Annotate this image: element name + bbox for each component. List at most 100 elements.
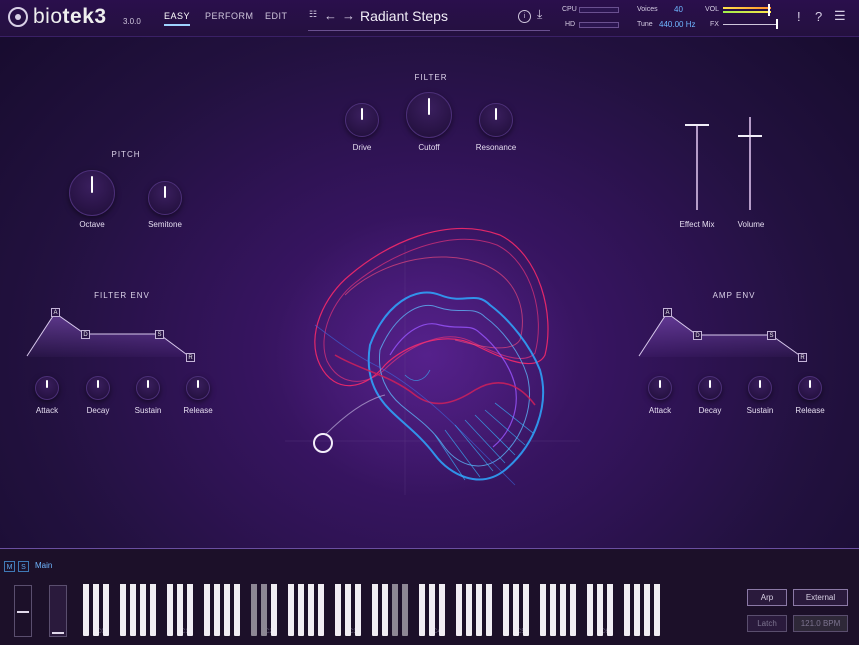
piano-key[interactable] — [382, 584, 388, 636]
piano-key[interactable] — [318, 584, 324, 636]
filter-env-attack-node[interactable]: A — [51, 308, 60, 317]
piano-key[interactable] — [224, 584, 230, 636]
piano-key[interactable] — [486, 584, 492, 636]
tab-easy[interactable]: EASY — [164, 11, 191, 26]
piano-key[interactable] — [624, 584, 630, 636]
volume-track[interactable] — [749, 117, 751, 210]
preset-name[interactable]: Radiant Steps — [360, 8, 448, 24]
piano-key[interactable] — [167, 584, 173, 636]
piano-key[interactable] — [298, 584, 304, 636]
resonance-knob[interactable] — [479, 103, 513, 137]
fx-slider-track[interactable] — [723, 24, 777, 25]
piano-key[interactable] — [392, 584, 398, 636]
drive-knob[interactable] — [345, 103, 379, 137]
logo-icon — [8, 7, 28, 27]
piano-key[interactable] — [597, 584, 603, 636]
piano-key[interactable] — [271, 584, 277, 636]
filter-attack-knob[interactable] — [35, 376, 59, 400]
piano-key[interactable] — [570, 584, 576, 636]
piano-keyboard[interactable]: C0 C1 C2 C3 C4 C5 C6 — [0, 549, 740, 645]
piano-key[interactable] — [251, 584, 257, 636]
piano-key[interactable] — [466, 584, 472, 636]
piano-key[interactable] — [204, 584, 210, 636]
piano-key[interactable] — [234, 584, 240, 636]
amp-attack-knob[interactable] — [648, 376, 672, 400]
amp-env-sustain-node[interactable]: S — [767, 331, 776, 340]
fx-slider-handle[interactable] — [776, 19, 778, 29]
voices-value[interactable]: 40 — [674, 5, 683, 14]
piano-key[interactable] — [355, 584, 361, 636]
piano-key[interactable] — [288, 584, 294, 636]
amp-release-knob[interactable] — [798, 376, 822, 400]
filter-decay-knob[interactable] — [86, 376, 110, 400]
vol-slider-handle[interactable] — [768, 4, 770, 16]
piano-key[interactable] — [345, 584, 351, 636]
latch-button[interactable]: Latch — [747, 615, 787, 632]
octave-knob[interactable] — [69, 170, 115, 216]
save-icon[interactable]: ⤓ — [537, 7, 542, 22]
amp-env-release-node[interactable]: R — [798, 353, 807, 362]
filter-env-release-node[interactable]: R — [186, 353, 195, 362]
filter-release-knob[interactable] — [186, 376, 210, 400]
browser-icon[interactable]: ☷ — [309, 9, 317, 20]
bpm-display[interactable]: 121.0 BPM — [793, 615, 848, 632]
menu-icon[interactable]: ☰ — [834, 8, 846, 24]
piano-key[interactable] — [372, 584, 378, 636]
piano-key[interactable] — [429, 584, 435, 636]
prev-preset-icon[interactable]: ← — [324, 8, 337, 23]
piano-key[interactable] — [335, 584, 341, 636]
piano-key[interactable] — [644, 584, 650, 636]
next-preset-icon[interactable]: → — [342, 8, 355, 23]
info-icon[interactable]: i — [518, 10, 531, 23]
cutoff-knob[interactable] — [406, 92, 452, 138]
amp-decay-knob[interactable] — [698, 376, 722, 400]
piano-key[interactable] — [654, 584, 660, 636]
piano-key[interactable] — [634, 584, 640, 636]
piano-key[interactable] — [560, 584, 566, 636]
piano-key[interactable] — [177, 584, 183, 636]
piano-key[interactable] — [513, 584, 519, 636]
piano-key[interactable] — [439, 584, 445, 636]
tab-perform[interactable]: PERFORM — [205, 11, 254, 21]
semitone-knob[interactable] — [148, 181, 182, 215]
keyboard-panel: M S Main C0 C1 C2 C3 C4 C5 C6 Arp External Lat… — [0, 548, 859, 645]
piano-key[interactable] — [83, 584, 89, 636]
tab-edit[interactable]: EDIT — [265, 11, 288, 21]
piano-key[interactable] — [540, 584, 546, 636]
arp-button[interactable]: Arp — [747, 589, 787, 606]
amp-env-decay-node[interactable]: D — [693, 331, 702, 340]
piano-key[interactable] — [120, 584, 126, 636]
filter-env-decay-node[interactable]: D — [81, 330, 90, 339]
piano-key[interactable] — [214, 584, 220, 636]
piano-key[interactable] — [261, 584, 267, 636]
resonance-label: Resonance — [475, 143, 517, 152]
xy-visualizer[interactable] — [265, 205, 585, 505]
piano-key[interactable] — [140, 584, 146, 636]
piano-key[interactable] — [419, 584, 425, 636]
filter-sustain-knob[interactable] — [136, 376, 160, 400]
piano-key[interactable] — [607, 584, 613, 636]
tune-value[interactable]: 440.00 Hz — [659, 20, 695, 29]
piano-key[interactable] — [523, 584, 529, 636]
help-icon[interactable]: ? — [815, 9, 822, 24]
piano-key[interactable] — [130, 584, 136, 636]
piano-key[interactable] — [103, 584, 109, 636]
filter-env-sustain-node[interactable]: S — [155, 330, 164, 339]
piano-key[interactable] — [503, 584, 509, 636]
effect-mix-handle[interactable] — [685, 124, 709, 126]
piano-key[interactable] — [93, 584, 99, 636]
volume-handle[interactable] — [738, 135, 762, 137]
piano-key[interactable] — [456, 584, 462, 636]
piano-key[interactable] — [550, 584, 556, 636]
piano-key[interactable] — [150, 584, 156, 636]
piano-key[interactable] — [187, 584, 193, 636]
piano-key[interactable] — [476, 584, 482, 636]
effect-mix-track[interactable] — [696, 125, 698, 210]
piano-key[interactable] — [587, 584, 593, 636]
amp-sustain-knob[interactable] — [748, 376, 772, 400]
alert-icon[interactable]: ! — [797, 9, 801, 24]
amp-env-attack-node[interactable]: A — [663, 308, 672, 317]
piano-key[interactable] — [402, 584, 408, 636]
external-button[interactable]: External — [793, 589, 848, 606]
piano-key[interactable] — [308, 584, 314, 636]
